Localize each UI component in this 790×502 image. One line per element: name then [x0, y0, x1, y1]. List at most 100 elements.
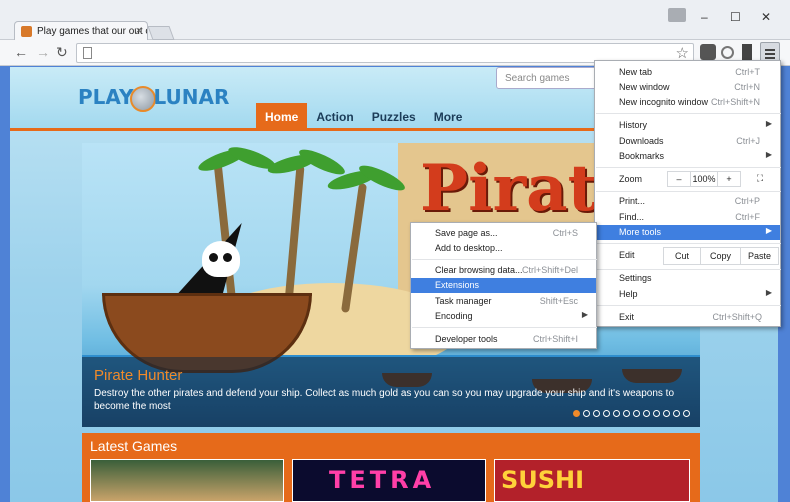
slide-dot[interactable] [603, 410, 610, 417]
menu-item-label: Settings [619, 273, 652, 283]
more-tools-submenu: Save page as... Ctrl+S Add to desktop... … [410, 222, 597, 349]
menu-item-shortcut: Shift+Esc [539, 296, 578, 306]
menu-item-shortcut: Ctrl+P [734, 196, 760, 206]
slide-dot[interactable] [623, 410, 630, 417]
menu-separator [596, 191, 781, 192]
menu-item-encoding[interactable]: Encoding ▶ [411, 309, 596, 324]
minimize-icon[interactable]: – [701, 10, 708, 24]
nav-action[interactable]: Action [307, 103, 362, 131]
forward-icon[interactable]: → [36, 44, 50, 60]
title-bar: Play games that our out o × – ☐ ✕ [0, 0, 790, 41]
menu-item-downloads[interactable]: Downloads Ctrl+J [595, 134, 780, 149]
menu-item-label: Exit [619, 312, 635, 322]
menu-item-bookmarks[interactable]: Bookmarks ▶ [595, 149, 780, 164]
slide-dot[interactable] [663, 410, 670, 417]
slide-dot[interactable] [673, 410, 680, 417]
menu-item-shortcut: Ctrl+Shift+Q [712, 312, 762, 322]
site-logo[interactable]: PLAY LUNAR [78, 85, 229, 112]
menu-item-find[interactable]: Find... Ctrl+F [595, 210, 780, 225]
menu-item-shortcut: Ctrl+N [734, 82, 760, 92]
cut-button[interactable]: Cut [663, 247, 701, 265]
menu-item-new-tab[interactable]: New tab Ctrl+T [595, 65, 780, 80]
slide-dot[interactable] [653, 410, 660, 417]
slide-dot[interactable] [593, 410, 600, 417]
menu-item-print[interactable]: Print... Ctrl+P [595, 194, 780, 209]
menu-item-shortcut: Ctrl+F [735, 212, 760, 222]
browser-tab[interactable]: Play games that our out o × [14, 21, 148, 41]
menu-item-shortcut: Ctrl+Shift+I [532, 334, 578, 344]
menu-item-history[interactable]: History ▶ [595, 118, 780, 133]
paste-button[interactable]: Paste [741, 247, 779, 265]
game-thumbnail[interactable]: TETRA [292, 459, 486, 502]
menu-item-new-incognito-window[interactable]: New incognito window Ctrl+Shift+N [595, 95, 780, 110]
sync-icon[interactable] [721, 46, 734, 59]
menu-separator [596, 305, 781, 306]
menu-item-shortcut: Ctrl+S [552, 228, 578, 238]
menu-item-label: Extensions [435, 280, 480, 290]
slide-dot[interactable] [683, 410, 690, 417]
site-nav: Home Action Puzzles More [256, 103, 471, 131]
nav-home[interactable]: Home [256, 103, 308, 131]
banner-title[interactable]: Pirate Hunter [94, 367, 182, 384]
nav-puzzles[interactable]: Puzzles [363, 103, 425, 131]
zoom-out-button[interactable]: – [667, 171, 691, 187]
back-icon[interactable]: ← [14, 44, 28, 60]
menu-item-add-to-desktop[interactable]: Add to desktop... [411, 241, 596, 256]
puzzle-extension-icon[interactable] [742, 44, 752, 60]
zoom-row: Zoom – 100% + ⛶ [595, 168, 780, 190]
menu-item-settings[interactable]: Settings [595, 271, 780, 286]
menu-item-label: Downloads [619, 136, 664, 146]
logo-text-left: PLAY [78, 85, 134, 109]
logo-text-right: LUNAR [153, 85, 230, 109]
latest-games-heading: Latest Games [90, 438, 178, 454]
new-tab-button[interactable] [147, 26, 175, 40]
extension-icon[interactable] [700, 44, 716, 60]
skull-icon [202, 241, 240, 277]
nav-more[interactable]: More [425, 103, 472, 131]
maximize-icon[interactable]: ☐ [730, 10, 741, 24]
fullscreen-icon[interactable]: ⛶ [749, 171, 771, 187]
slide-dot[interactable] [633, 410, 640, 417]
latest-games-section: Latest Games TETRA SUSHI [82, 433, 700, 502]
game-thumbnail[interactable]: SUSHI [494, 459, 690, 502]
close-window-icon[interactable]: ✕ [761, 10, 771, 24]
slide-dot[interactable] [583, 410, 590, 417]
search-input[interactable]: Search games [496, 67, 606, 89]
banner-art-title: Pirat [420, 151, 598, 226]
menu-item-label: History [619, 120, 648, 130]
menu-item-label: Developer tools [435, 334, 498, 344]
menu-item-more-tools[interactable]: More tools ▶ [595, 225, 780, 240]
reload-icon[interactable]: ↻ [56, 44, 68, 61]
zoom-level: 100% [691, 171, 717, 187]
menu-item-exit[interactable]: Exit Ctrl+Shift+Q [595, 310, 780, 325]
page-icon [83, 47, 92, 59]
site-favicon-icon [21, 26, 32, 37]
game-thumbnail[interactable] [90, 459, 284, 502]
menu-item-task-manager[interactable]: Task manager Shift+Esc [411, 294, 596, 309]
user-profile-icon[interactable] [668, 8, 686, 22]
menu-item-help[interactable]: Help ▶ [595, 287, 780, 302]
tab-close-icon[interactable]: × [136, 25, 142, 37]
submenu-arrow-icon: ▶ [765, 119, 772, 128]
slide-dot[interactable] [613, 410, 620, 417]
submenu-arrow-icon: ▶ [581, 310, 588, 319]
menu-item-clear-browsing-data[interactable]: Clear browsing data... Ctrl+Shift+Del [411, 263, 596, 278]
menu-item-label: New incognito window [619, 97, 709, 107]
slide-dot[interactable] [643, 410, 650, 417]
menu-item-save-page-as[interactable]: Save page as... Ctrl+S [411, 226, 596, 241]
menu-separator [412, 259, 597, 260]
menu-item-developer-tools[interactable]: Developer tools Ctrl+Shift+I [411, 332, 596, 347]
menu-item-new-window[interactable]: New window Ctrl+N [595, 80, 780, 95]
slide-dot[interactable] [573, 410, 580, 417]
menu-item-shortcut: Ctrl+J [736, 136, 760, 146]
chrome-main-menu: New tab Ctrl+T New window Ctrl+N New incog… [594, 60, 781, 327]
menu-item-extensions[interactable]: Extensions [411, 278, 596, 293]
slide-indicators [573, 410, 690, 417]
menu-item-label: Find... [619, 212, 645, 222]
copy-button[interactable]: Copy [701, 247, 741, 265]
menu-item-label: New tab [619, 67, 653, 77]
menu-item-label: Task manager [435, 296, 492, 306]
browser-window: Play games that our out o × – ☐ ✕ ← → ↻ … [0, 0, 790, 502]
zoom-in-button[interactable]: + [717, 171, 741, 187]
submenu-arrow-icon: ▶ [765, 288, 772, 297]
